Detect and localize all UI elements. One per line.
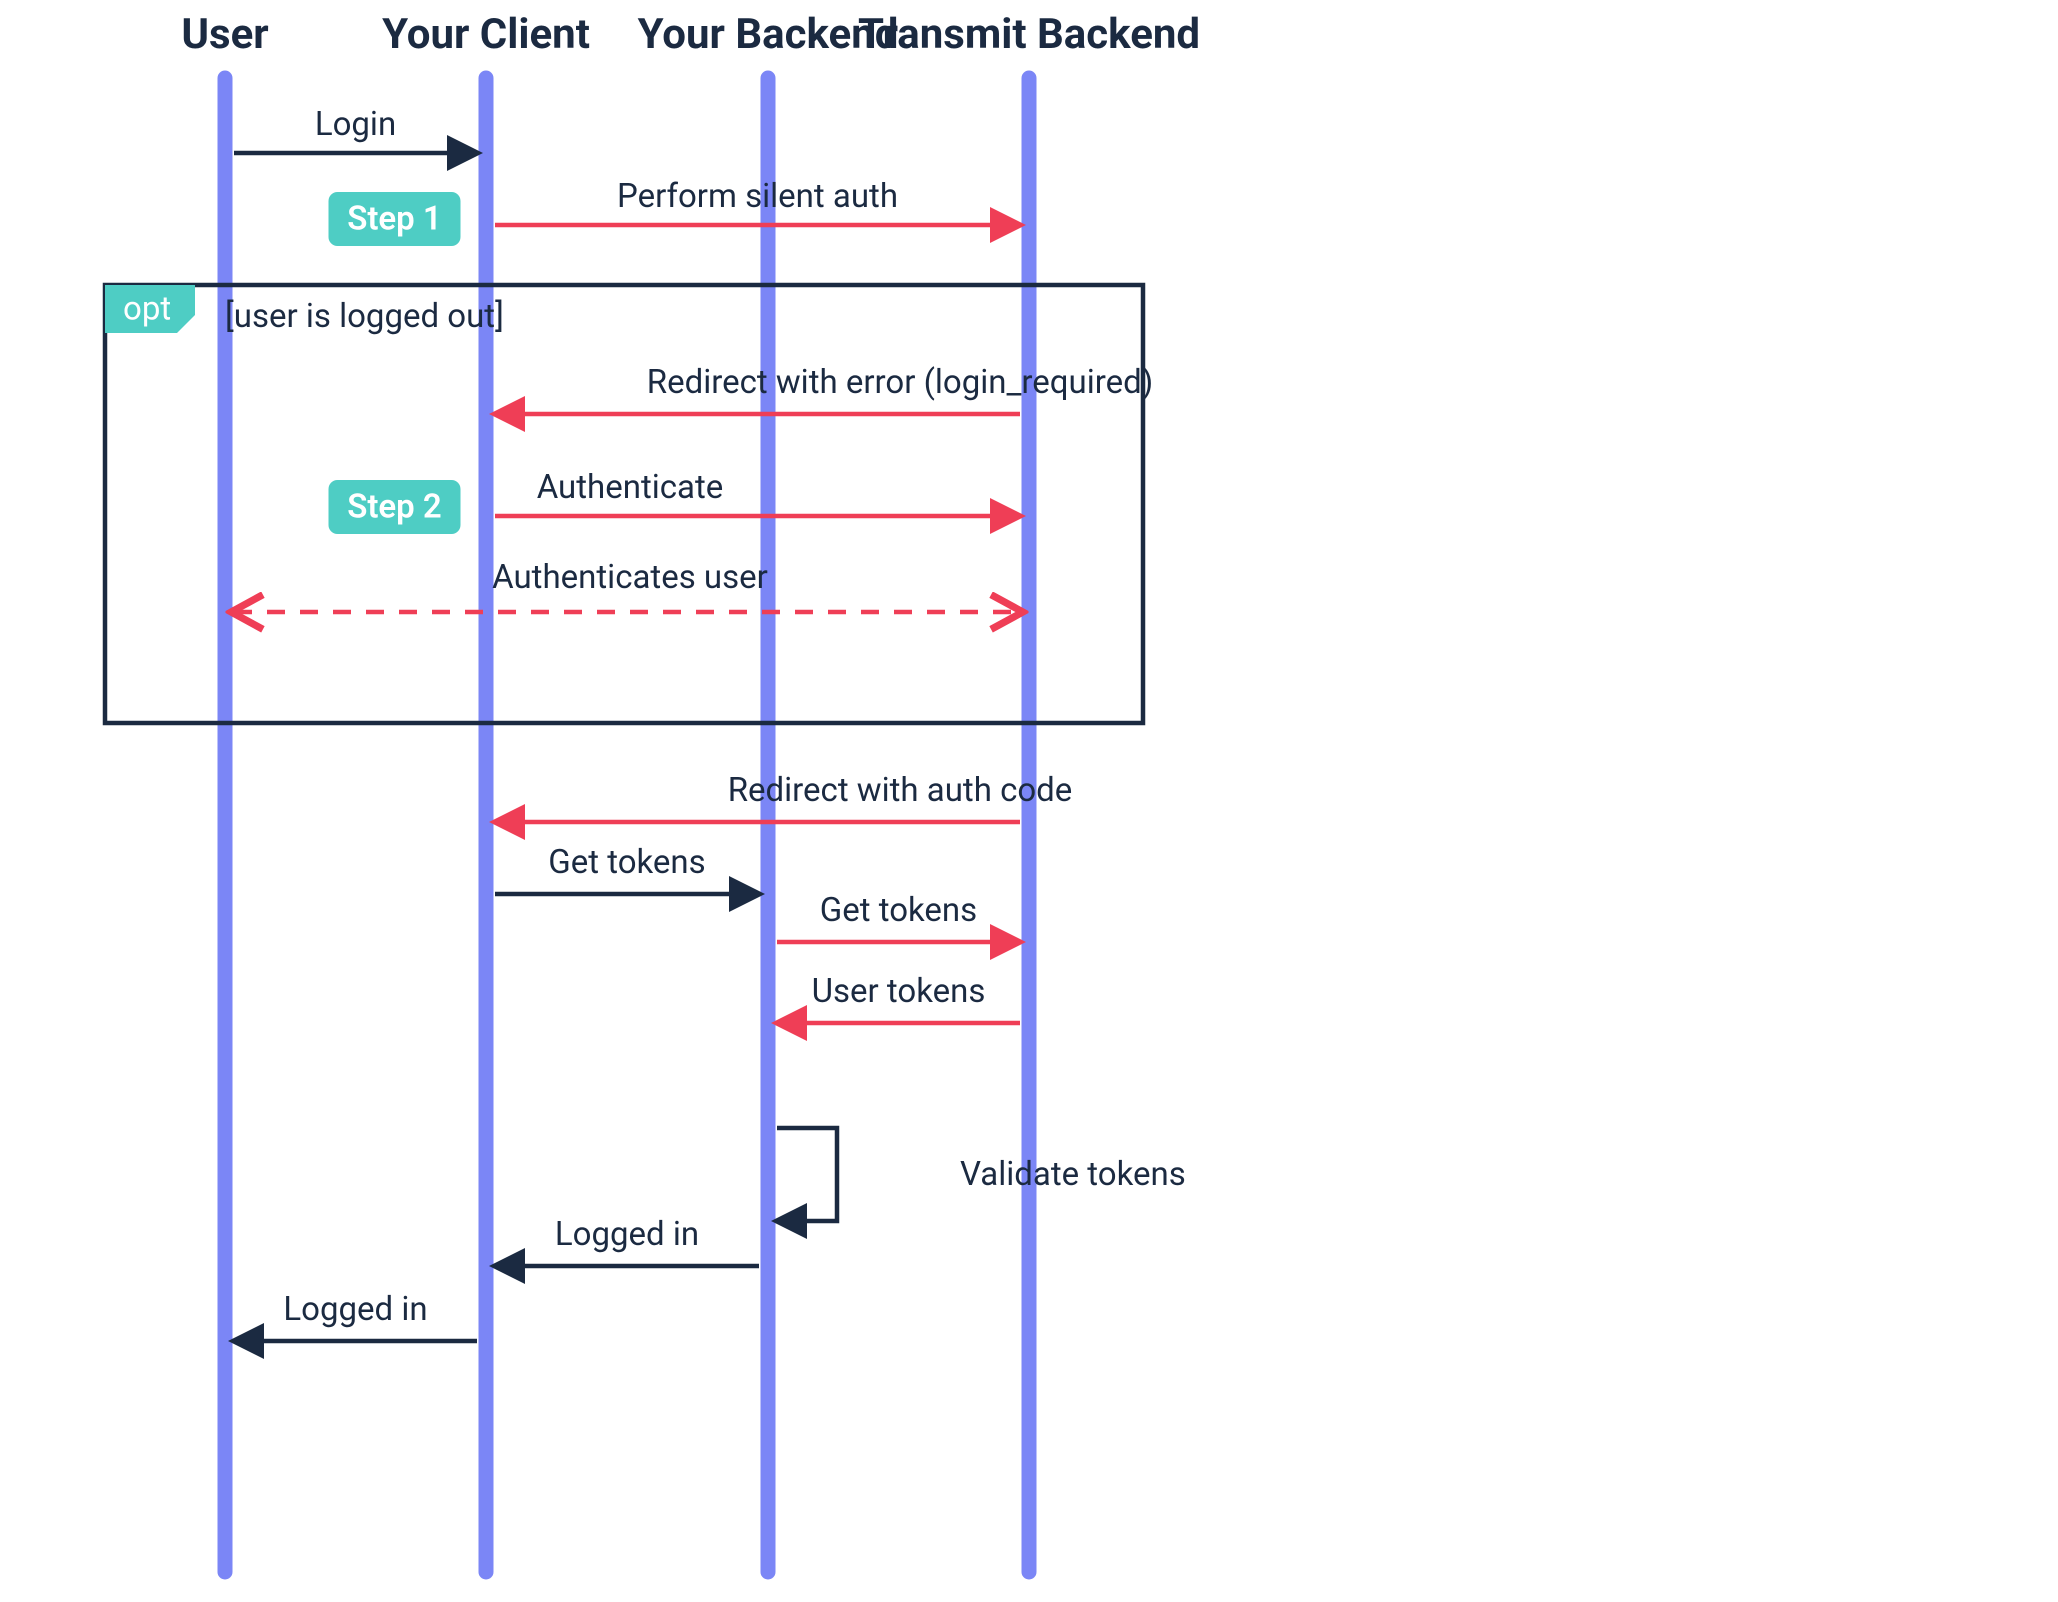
- step2-label: Step 2: [347, 488, 442, 527]
- msg-redirect-authcode-label: Redirect with auth code: [728, 771, 1073, 810]
- participant-client: Your Client: [382, 10, 590, 59]
- msg-logged-in-1-label: Logged in: [555, 1215, 699, 1254]
- msg-validate-tokens-arrow: [777, 1128, 837, 1221]
- msg-login-label: Login: [315, 105, 396, 144]
- step1-label: Step 1: [347, 200, 442, 239]
- msg-redirect-error-label: Redirect with error (login_required): [647, 363, 1153, 402]
- opt-guard: [user is logged out]: [225, 297, 504, 336]
- participant-transmit: Transmit Backend: [858, 10, 1200, 59]
- msg-user-tokens-label: User tokens: [812, 972, 986, 1011]
- msg-get-tokens-1-label: Get tokens: [548, 843, 705, 882]
- participant-user: User: [181, 10, 268, 59]
- msg-get-tokens-2-label: Get tokens: [820, 891, 977, 930]
- msg-authenticate-label: Authenticate: [537, 468, 724, 507]
- msg-validate-tokens-label: Validate tokens: [960, 1155, 1186, 1194]
- msg-authenticates-user-label: Authenticates user: [492, 558, 768, 597]
- sequence-diagram: User Your Client Your Backend Transmit B…: [0, 0, 2058, 1602]
- msg-silent-auth-label: Perform silent auth: [617, 177, 898, 216]
- opt-tab-label: opt: [123, 290, 171, 329]
- msg-logged-in-2-label: Logged in: [283, 1290, 427, 1329]
